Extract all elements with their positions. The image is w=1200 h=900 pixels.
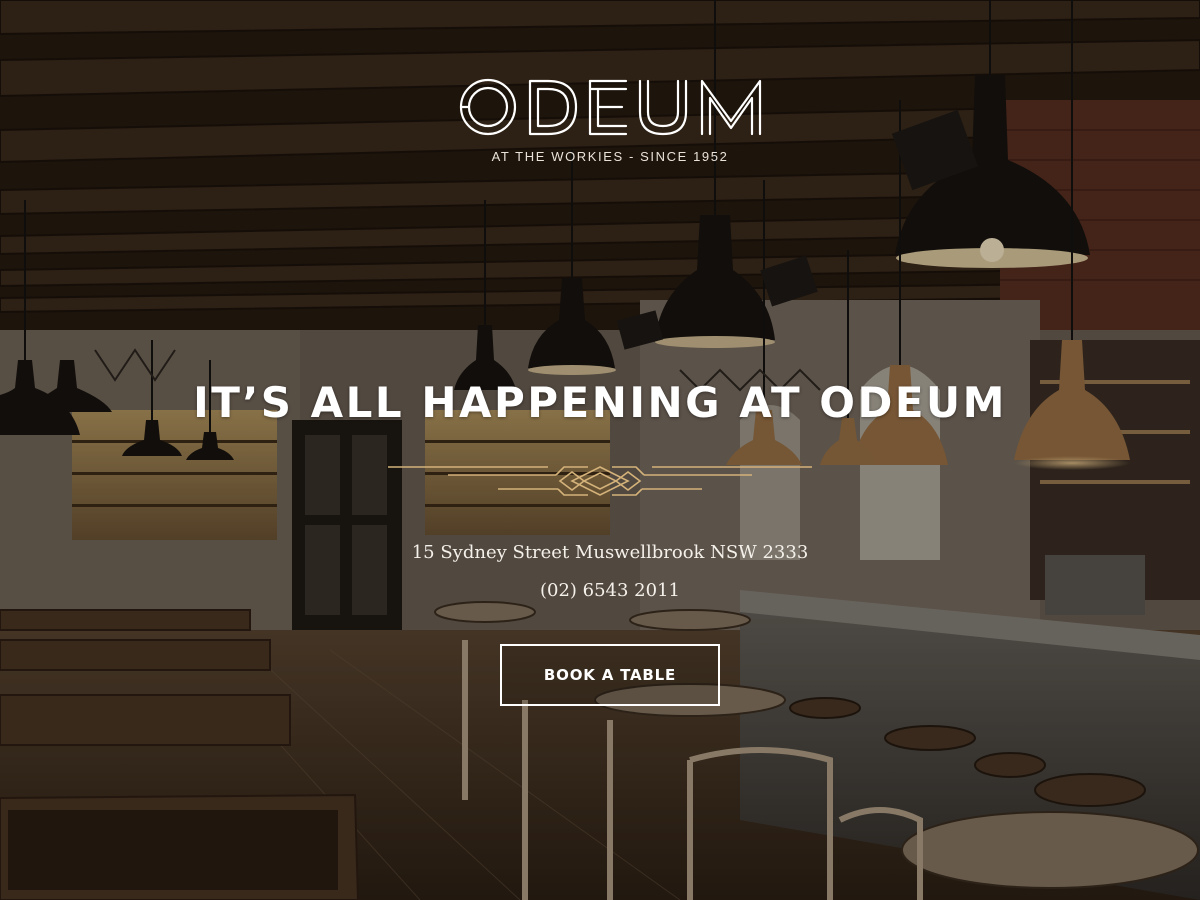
hero-section: AT THE WORKIES - SINCE 1952 IT’S ALL HAP… — [0, 0, 1200, 900]
hero-headline: IT’S ALL HAPPENING AT ODEUM — [193, 378, 1007, 427]
venue-address: 15 Sydney Street Muswellbrook NSW 2333 — [411, 542, 809, 563]
venue-phone[interactable]: (02) 6543 2011 — [400, 580, 820, 601]
odeum-logo[interactable] — [458, 76, 762, 138]
brand-tagline: AT THE WORKIES - SINCE 1952 — [491, 149, 729, 164]
book-a-table-button[interactable]: BOOK A TABLE — [500, 644, 720, 706]
hero-content: AT THE WORKIES - SINCE 1952 IT’S ALL HAP… — [0, 0, 1200, 900]
art-deco-divider-icon — [388, 466, 812, 496]
